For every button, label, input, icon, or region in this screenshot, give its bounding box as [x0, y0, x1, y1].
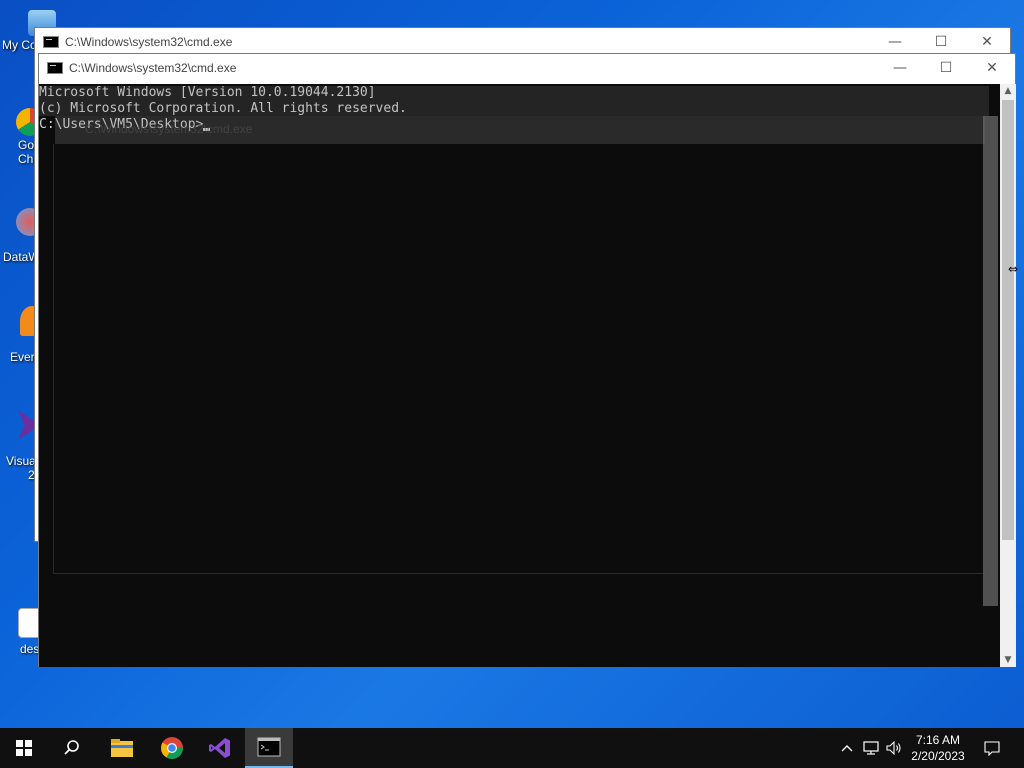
title-bar[interactable]: C:\Windows\system32\cmd.exe — ☐ ✕	[39, 54, 1015, 82]
close-button[interactable]: ✕	[969, 54, 1015, 82]
vertical-scrollbar[interactable]: ▲ ▼	[1000, 84, 1016, 667]
network-icon	[863, 741, 879, 755]
scroll-up-arrow[interactable]: ▲	[1000, 84, 1016, 98]
ghost-window-2	[55, 116, 985, 144]
volume-button[interactable]	[883, 728, 905, 768]
ghost-window-1	[39, 86, 989, 116]
file-explorer-button[interactable]	[98, 728, 146, 768]
minimize-button[interactable]: —	[877, 54, 923, 82]
title-bar[interactable]: C:\Windows\system32\cmd.exe — ☐ ✕	[35, 28, 1010, 56]
start-button[interactable]	[0, 728, 48, 768]
close-button[interactable]: ✕	[964, 28, 1010, 56]
show-hidden-icons-button[interactable]	[836, 728, 858, 768]
ghost-scrollbar	[983, 116, 998, 606]
scroll-down-arrow[interactable]: ▼	[1000, 653, 1016, 667]
windows-logo-icon	[16, 740, 32, 756]
cmd-icon	[43, 36, 59, 48]
clock-time: 7:16 AM	[915, 733, 961, 747]
notification-button[interactable]	[976, 728, 1008, 768]
search-icon	[64, 740, 79, 755]
minimize-button[interactable]: —	[872, 28, 918, 56]
notification-icon	[984, 741, 1000, 756]
chevron-up-icon	[841, 745, 853, 752]
chrome-icon	[161, 737, 183, 759]
cmd-icon	[257, 737, 281, 757]
file-explorer-icon	[111, 739, 133, 757]
console-output[interactable]: Microsoft Windows [Version 10.0.19044.21…	[39, 84, 1000, 667]
window-title: C:\Windows\system32\cmd.exe	[65, 35, 233, 49]
chrome-button[interactable]	[148, 728, 196, 768]
maximize-button[interactable]: ☐	[918, 28, 964, 56]
clock-date: 2/20/2023	[911, 749, 965, 763]
resize-cursor-icon: ⇔	[1008, 262, 1019, 276]
visual-studio-icon	[209, 738, 230, 758]
window-title: C:\Windows\system32\cmd.exe	[69, 61, 237, 75]
cmd-icon	[47, 62, 63, 74]
scroll-thumb[interactable]	[1002, 100, 1014, 540]
maximize-button[interactable]: ☐	[923, 54, 969, 82]
ghost-frame	[53, 144, 985, 574]
visual-studio-button[interactable]	[196, 728, 244, 768]
network-button[interactable]	[860, 728, 882, 768]
search-button[interactable]	[48, 728, 96, 768]
cmd-taskbar-button[interactable]	[245, 728, 293, 768]
volume-icon	[886, 741, 901, 755]
taskbar: 7:16 AM 2/20/2023	[0, 728, 1024, 768]
cmd-window-front[interactable]: C:\Windows\system32\cmd.exe — ☐ ✕ Micros…	[38, 53, 1016, 667]
clock-button[interactable]: 7:16 AM 2/20/2023	[906, 728, 970, 768]
